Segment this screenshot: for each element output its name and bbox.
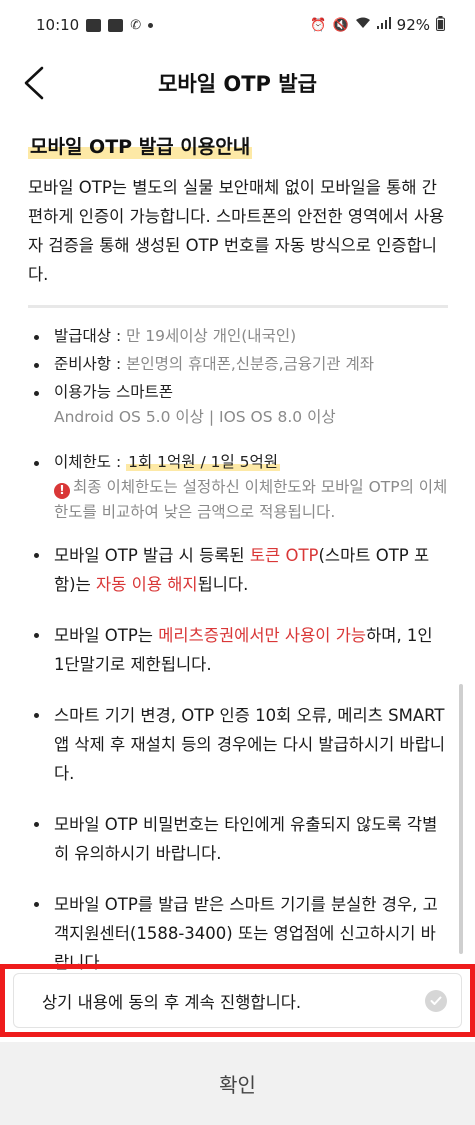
notes-list: 모바일 OTP 발급 시 등록된 토큰 OTP(스마트 OTP 포함)는 자동 … <box>28 541 448 977</box>
check-circle-icon[interactable] <box>425 989 447 1012</box>
warning-icon: ! <box>54 482 70 499</box>
page-title: 모바일 OTP 발급 <box>158 72 317 96</box>
scrollbar[interactable] <box>459 684 463 954</box>
note-text: 됩니다. <box>197 575 249 594</box>
device-label: 이용가능 스마트폰 <box>54 383 174 401</box>
alarm-icon: ⏰ <box>310 17 327 33</box>
guide-title: 모바일 OTP 발급 이용안내 <box>28 132 253 159</box>
note-highlight: 자동 이용 해지 <box>96 575 198 594</box>
target-value: 만 19세이상 개인(내국인) <box>126 327 297 345</box>
agree-label: 상기 내용에 동의 후 계속 진행합니다. <box>42 992 302 1012</box>
divider <box>28 305 448 308</box>
talk-notification-icon <box>108 18 124 32</box>
list-item-limit: 이체한도 : 1회 1억원 / 1일 5억원 ! 최종 이체한도는 설정하신 이체… <box>28 450 448 525</box>
note-usage-limit: 모바일 OTP는 메리츠증권에서만 사용이 가능하며, 1인 1단말기로 제한됩… <box>28 621 448 679</box>
status-time: 10:10 <box>36 16 80 34</box>
battery-percent: 92% <box>396 16 430 34</box>
status-bar: 10:10 ✆ ⏰ 🔇 92% <box>0 0 475 50</box>
more-notifications-icon <box>148 22 154 28</box>
wifi-icon <box>355 17 371 33</box>
gallery-notification-icon <box>86 18 102 32</box>
note-text: 모바일 OTP 발급 시 등록된 <box>54 546 250 565</box>
list-item-prep: 준비사항 : 본인명의 휴대폰,신분증,금융기관 계좌 <box>28 352 448 377</box>
list-item-device: 이용가능 스마트폰 Android OS 5.0 이상 | IOS OS 8.0… <box>28 380 448 430</box>
note-highlight: 메리츠증권에서만 사용이 가능 <box>158 626 367 645</box>
agree-checkbox-row[interactable]: 상기 내용에 동의 후 계속 진행합니다. <box>13 973 462 1028</box>
app-notification-icon: ✆ <box>130 17 142 33</box>
prep-label: 준비사항 : <box>54 355 127 373</box>
confirm-button[interactable]: 확인 <box>0 1042 475 1125</box>
info-list: 발급대상 : 만 19세이상 개인(내국인) 준비사항 : 본인명의 휴대폰,신… <box>28 324 448 525</box>
note-password: 모바일 OTP 비밀번호는 타인에게 유출되지 않도록 각별히 유의하시기 바랍… <box>28 810 448 868</box>
limit-label: 이체한도 : <box>54 453 127 471</box>
mute-icon: 🔇 <box>332 17 349 33</box>
note-highlight: 토큰 OTP <box>249 546 319 565</box>
back-button[interactable] <box>14 62 54 104</box>
target-label: 발급대상 : <box>54 327 127 345</box>
content-area: 모바일 OTP 발급 이용안내 모바일 OTP는 별도의 실물 보안매체 없이 … <box>28 132 448 999</box>
note-reissue: 스마트 기기 변경, OTP 인증 10회 오류, 메리츠 SMART 앱 삭제… <box>28 701 448 788</box>
limit-warning-text: 최종 이체한도는 설정하신 이체한도와 모바일 OTP의 이체한도를 비교하여 … <box>54 478 448 521</box>
note-text: 모바일 OTP는 <box>54 626 159 645</box>
app-header: 모바일 OTP 발급 <box>0 50 475 116</box>
agree-focus-frame: 상기 내용에 동의 후 계속 진행합니다. <box>0 964 475 1037</box>
limit-warning: ! 최종 이체한도는 설정하신 이체한도와 모바일 OTP의 이체한도를 비교하여… <box>54 475 448 525</box>
limit-value: 1회 1억원 / 1일 5억원 <box>126 453 281 471</box>
prep-value: 본인명의 휴대폰,신분증,금융기관 계좌 <box>126 355 374 373</box>
device-value: Android OS 5.0 이상 | IOS OS 8.0 이상 <box>54 408 336 426</box>
note-token-otp: 모바일 OTP 발급 시 등록된 토큰 OTP(스마트 OTP 포함)는 자동 … <box>28 541 448 599</box>
chevron-left-icon <box>24 66 44 100</box>
list-item-target: 발급대상 : 만 19세이상 개인(내국인) <box>28 324 448 349</box>
battery-icon <box>436 15 445 35</box>
status-left: 10:10 ✆ <box>36 16 154 34</box>
signal-icon <box>376 17 391 33</box>
guide-intro: 모바일 OTP는 별도의 실물 보안매체 없이 모바일을 통해 간편하게 인증이… <box>28 178 445 284</box>
status-right: ⏰ 🔇 92% <box>310 15 445 35</box>
